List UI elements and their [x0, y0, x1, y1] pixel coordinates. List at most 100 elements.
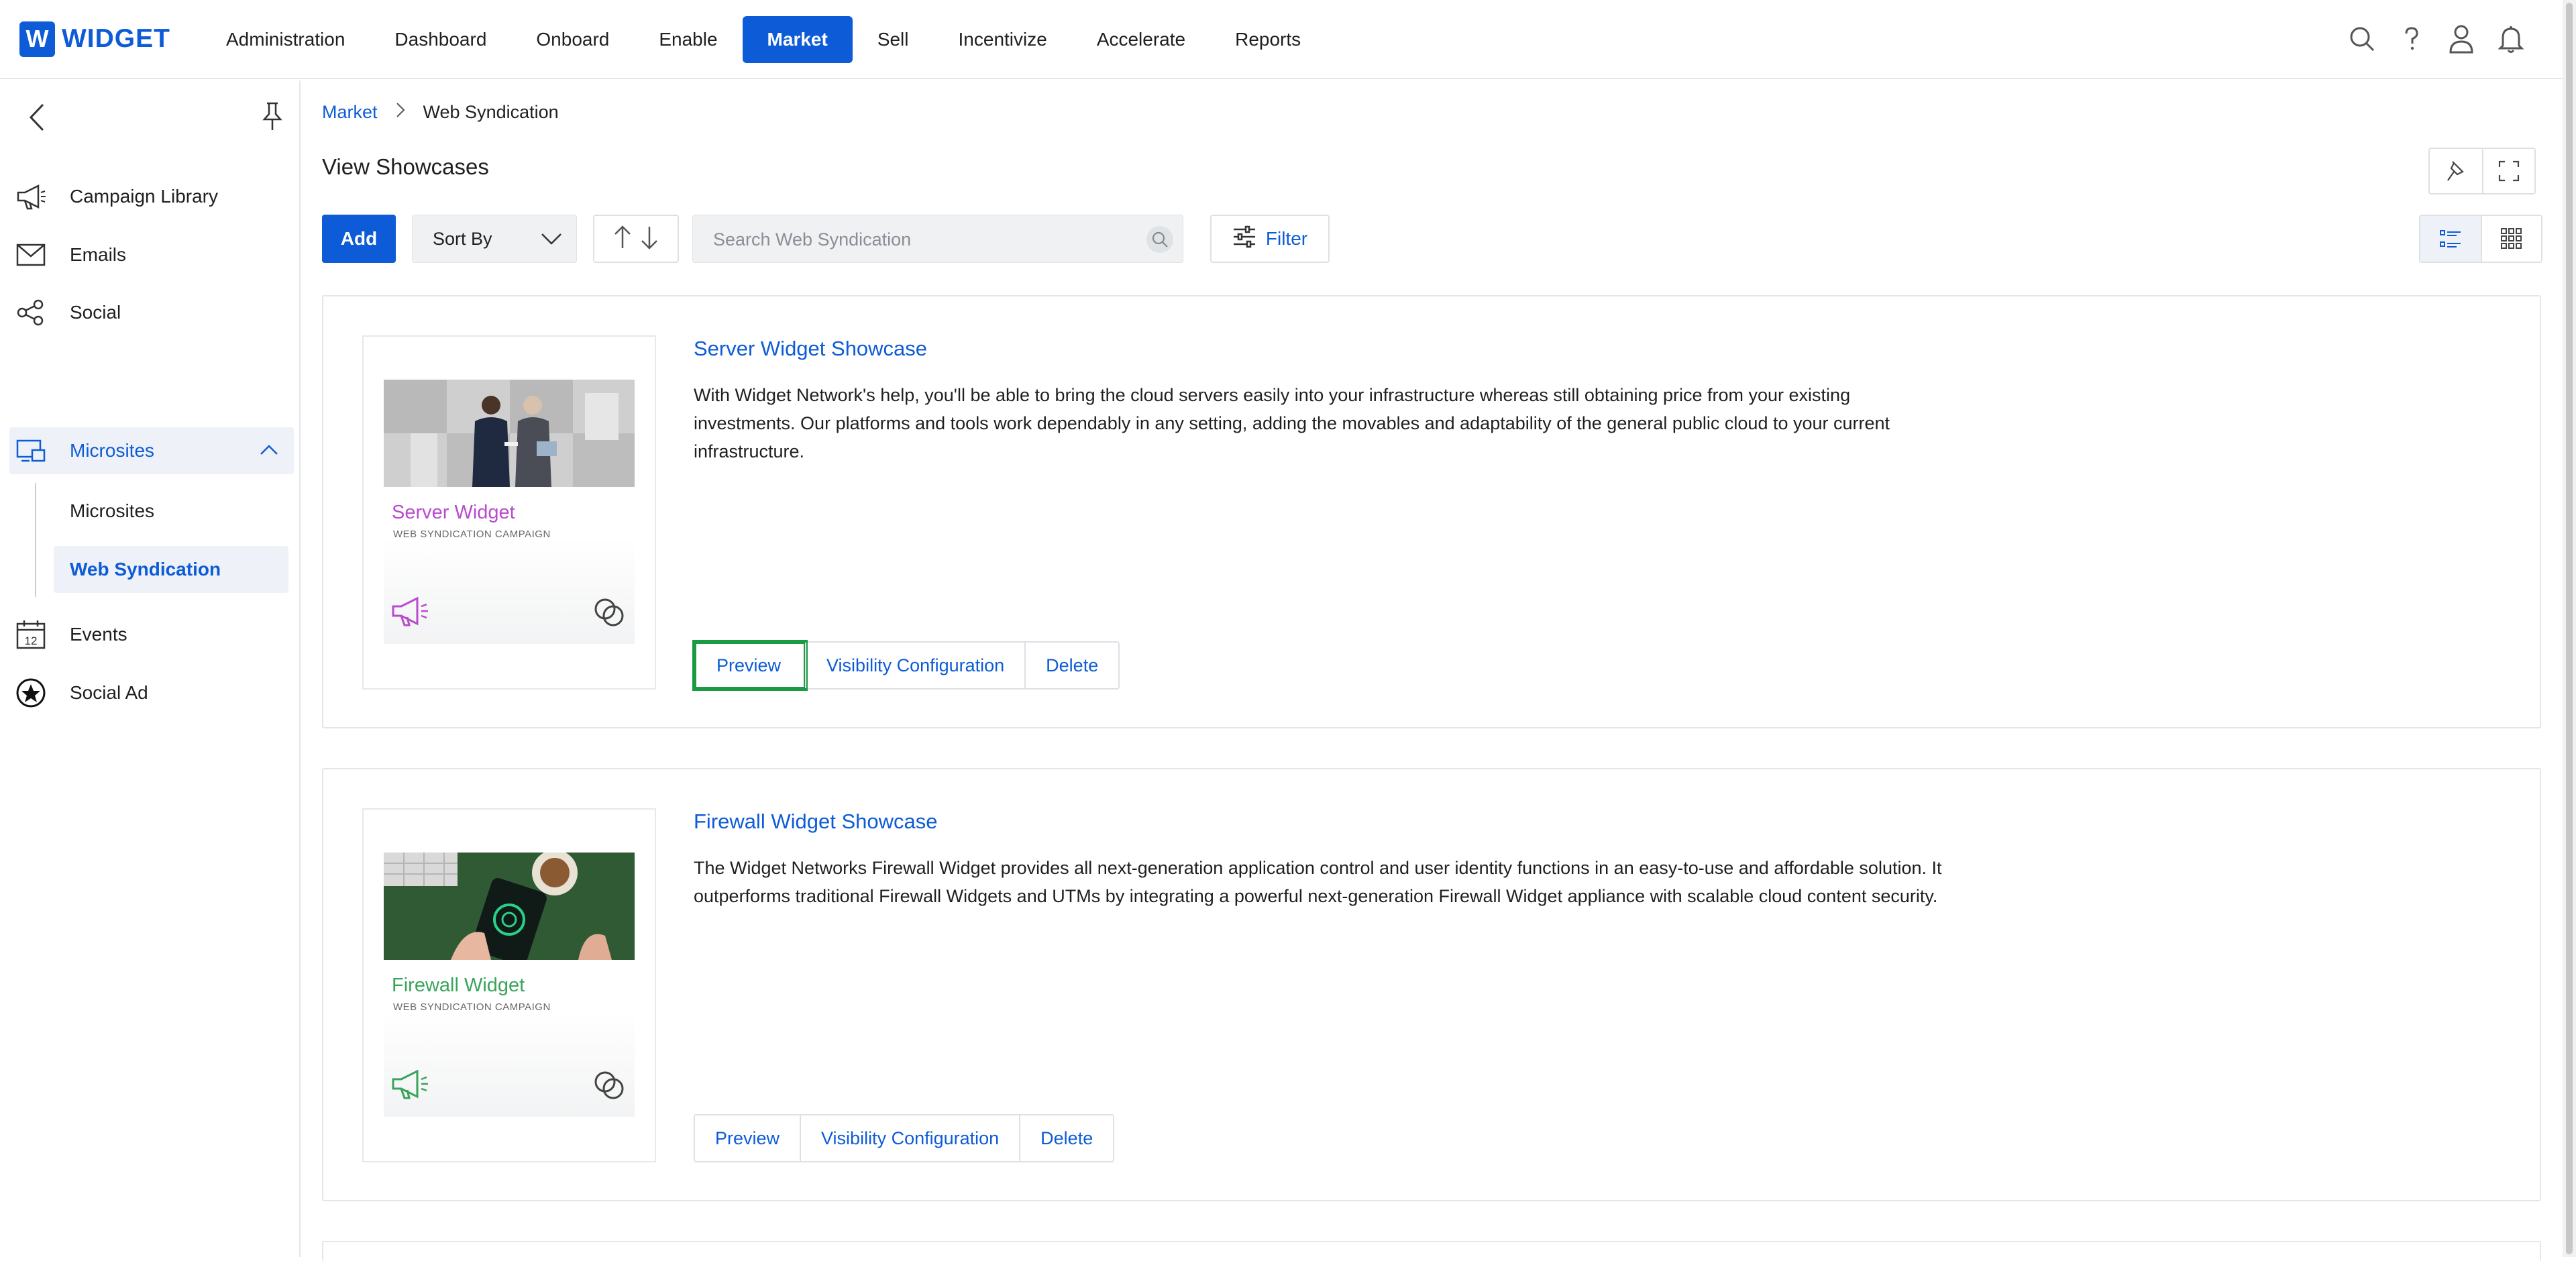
thumbnail-content: Server Widget WEB SYNDICATION CAMPAIGN	[384, 380, 635, 644]
showcase-card: Firewall Widget WEB SYNDICATION CAMPAIGN…	[322, 768, 2541, 1201]
nav-item-sell[interactable]: Sell	[853, 16, 934, 63]
delete-button[interactable]: Delete	[1019, 1115, 1113, 1161]
sidebar-item-label: Microsites	[70, 440, 155, 461]
sidebar-item-social[interactable]: Social	[9, 289, 294, 336]
showcase-actions: Preview Visibility Configuration Delete	[692, 640, 1120, 691]
arrow-up-icon	[612, 224, 633, 254]
top-navigation-bar: W WIDGET Administration Dashboard Onboar…	[0, 0, 2563, 79]
sidebar: Campaign Library Emails Social Microsite…	[0, 80, 301, 1257]
page-title: View Showcases	[322, 154, 489, 179]
preview-button[interactable]: Preview	[695, 1115, 800, 1161]
search-icon[interactable]	[1146, 226, 1173, 253]
add-button[interactable]: Add	[322, 215, 396, 263]
nav-item-dashboard[interactable]: Dashboard	[370, 16, 511, 63]
showcase-thumbnail[interactable]: Firewall Widget WEB SYNDICATION CAMPAIGN	[362, 808, 656, 1162]
main-nav: Administration Dashboard Onboard Enable …	[201, 16, 1326, 63]
sidebar-item-events[interactable]: 12 Events	[9, 611, 294, 658]
sidebar-item-label: Social Ad	[70, 682, 148, 703]
business-handshake-image	[384, 380, 635, 487]
arrow-down-icon	[639, 224, 659, 254]
sort-direction-toggle[interactable]	[593, 215, 679, 263]
search-box	[692, 215, 1183, 263]
nav-item-onboard[interactable]: Onboard	[511, 16, 634, 63]
chevron-left-icon[interactable]	[24, 101, 51, 134]
filter-button[interactable]: Filter	[1210, 215, 1330, 263]
star-badge-icon	[11, 673, 51, 713]
thumbnail-title: Server Widget	[392, 502, 515, 523]
preview-button[interactable]: Preview	[692, 640, 808, 691]
nav-item-reports[interactable]: Reports	[1210, 16, 1326, 63]
visibility-configuration-button[interactable]: Visibility Configuration	[805, 643, 1024, 688]
nav-item-accelerate[interactable]: Accelerate	[1072, 16, 1210, 63]
sidebar-item-label: Campaign Library	[70, 186, 218, 207]
sort-by-dropdown[interactable]: Sort By	[412, 215, 577, 263]
breadcrumb-current: Web Syndication	[423, 102, 559, 122]
showcase-title-link[interactable]: Server Widget Showcase	[694, 337, 927, 361]
search-input[interactable]	[713, 227, 1129, 252]
chevron-down-icon	[540, 229, 563, 254]
chevron-right-icon	[395, 101, 406, 123]
breadcrumb: Market Web Syndication	[322, 101, 559, 123]
showcase-actions: Preview Visibility Configuration Delete	[694, 1114, 1115, 1162]
grid-view-icon[interactable]	[2481, 216, 2541, 262]
delete-button[interactable]: Delete	[1024, 643, 1118, 688]
showcase-description: With Widget Network's help, you'll be ab…	[694, 385, 1890, 461]
submenu-guide-line	[35, 483, 36, 597]
sliders-icon	[1232, 225, 1256, 253]
showcase-title-link[interactable]: Firewall Widget Showcase	[694, 810, 938, 834]
thumbnail-content: Firewall Widget WEB SYNDICATION CAMPAIGN	[384, 853, 635, 1117]
sidebar-item-microsites[interactable]: Microsites	[9, 427, 294, 474]
calendar-icon: 12	[11, 614, 51, 655]
showcase-description: The Widget Networks Firewall Widget prov…	[694, 858, 1942, 906]
thumbnail-title: Firewall Widget	[392, 975, 525, 996]
megaphone-icon	[11, 176, 51, 217]
logo-mark: W	[19, 21, 55, 57]
help-icon[interactable]	[2396, 20, 2427, 58]
thumbnail-subtitle: WEB SYNDICATION CAMPAIGN	[393, 1001, 551, 1013]
megaphone-icon	[390, 1067, 431, 1104]
microsite-icon	[11, 431, 51, 471]
nav-item-market[interactable]: Market	[742, 16, 853, 63]
sidebar-item-label: Events	[70, 624, 127, 645]
nav-item-administration[interactable]: Administration	[201, 16, 370, 63]
user-icon[interactable]	[2446, 20, 2477, 58]
list-view-icon[interactable]	[2420, 216, 2481, 262]
sidebar-subitem-web-syndication[interactable]: Web Syndication	[54, 546, 288, 593]
sidebar-item-label: Social	[70, 302, 121, 323]
nav-item-enable[interactable]: Enable	[634, 16, 742, 63]
logo-text: WIDGET	[62, 24, 170, 53]
page-scrollbar[interactable]	[2563, 0, 2576, 1257]
bell-icon[interactable]	[2496, 20, 2526, 58]
sidebar-item-social-ad[interactable]: Social Ad	[9, 669, 294, 716]
chevron-up-icon[interactable]	[259, 442, 279, 461]
search-icon[interactable]	[2347, 20, 2377, 58]
link-rings-icon	[592, 1068, 627, 1105]
sidebar-item-label: Emails	[70, 244, 127, 265]
svg-text:12: 12	[25, 635, 38, 647]
pin-icon[interactable]	[259, 99, 286, 133]
nav-item-incentivize[interactable]: Incentivize	[934, 16, 1072, 63]
breadcrumb-link-market[interactable]: Market	[322, 102, 378, 123]
showcase-thumbnail[interactable]: Server Widget WEB SYNDICATION CAMPAIGN	[362, 335, 656, 690]
sort-by-label: Sort By	[433, 228, 492, 249]
filter-label: Filter	[1265, 228, 1308, 249]
thumbnail-subtitle: WEB SYNDICATION CAMPAIGN	[393, 529, 551, 540]
sidebar-subitem-microsites[interactable]: Microsites	[54, 488, 288, 535]
visibility-configuration-button[interactable]: Visibility Configuration	[800, 1115, 1019, 1161]
sidebar-item-campaign-library[interactable]: Campaign Library	[9, 173, 294, 220]
showcase-card-partial	[322, 1241, 2541, 1261]
view-toggle	[2419, 215, 2542, 263]
scrollbar-thumb[interactable]	[2566, 3, 2573, 1254]
phone-security-image	[384, 853, 635, 960]
link-rings-icon	[592, 596, 627, 633]
header-actions	[2428, 148, 2536, 195]
social-icon	[11, 292, 51, 333]
app-logo[interactable]: W WIDGET	[19, 21, 170, 57]
fullscreen-icon[interactable]	[2482, 149, 2534, 193]
sidebar-item-emails[interactable]: Emails	[9, 231, 294, 278]
pin-icon[interactable]	[2430, 149, 2482, 193]
envelope-icon	[11, 235, 51, 275]
megaphone-icon	[390, 594, 431, 631]
top-icon-group	[2347, 20, 2526, 58]
showcase-card: Server Widget WEB SYNDICATION CAMPAIGN S…	[322, 295, 2541, 728]
